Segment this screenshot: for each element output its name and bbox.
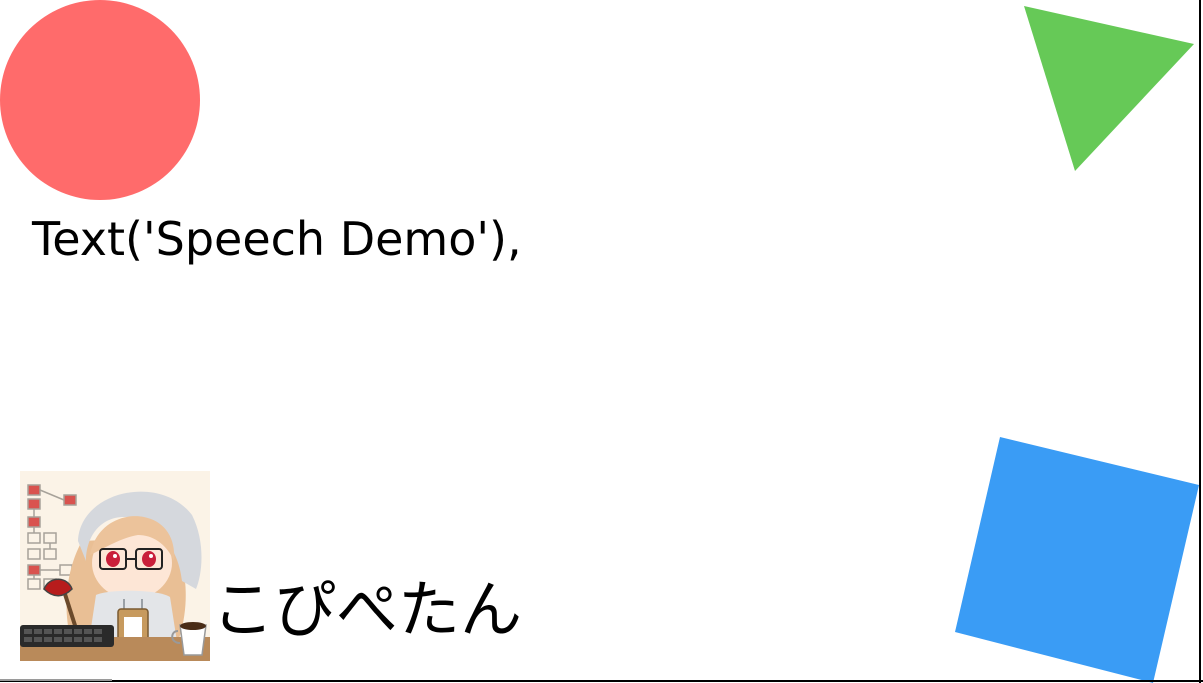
speaker-name: こぴぺたん — [212, 573, 523, 646]
triangle-shape — [1024, 6, 1194, 171]
caption-text: Text('Speech Demo'), — [32, 212, 522, 266]
triangle-polygon — [1024, 6, 1194, 171]
bottom-accent-bar — [0, 679, 112, 681]
square-polygon — [955, 437, 1199, 683]
square-shape — [955, 437, 1199, 683]
speaker-avatar — [20, 471, 210, 661]
circle-shape — [0, 0, 200, 200]
frame-border-bottom — [0, 680, 1203, 682]
stage-canvas: Text('Speech Demo'), こぴぺたん — [0, 0, 1203, 683]
frame-border-right — [1199, 0, 1201, 683]
anime-character-avatar-icon — [20, 471, 210, 661]
